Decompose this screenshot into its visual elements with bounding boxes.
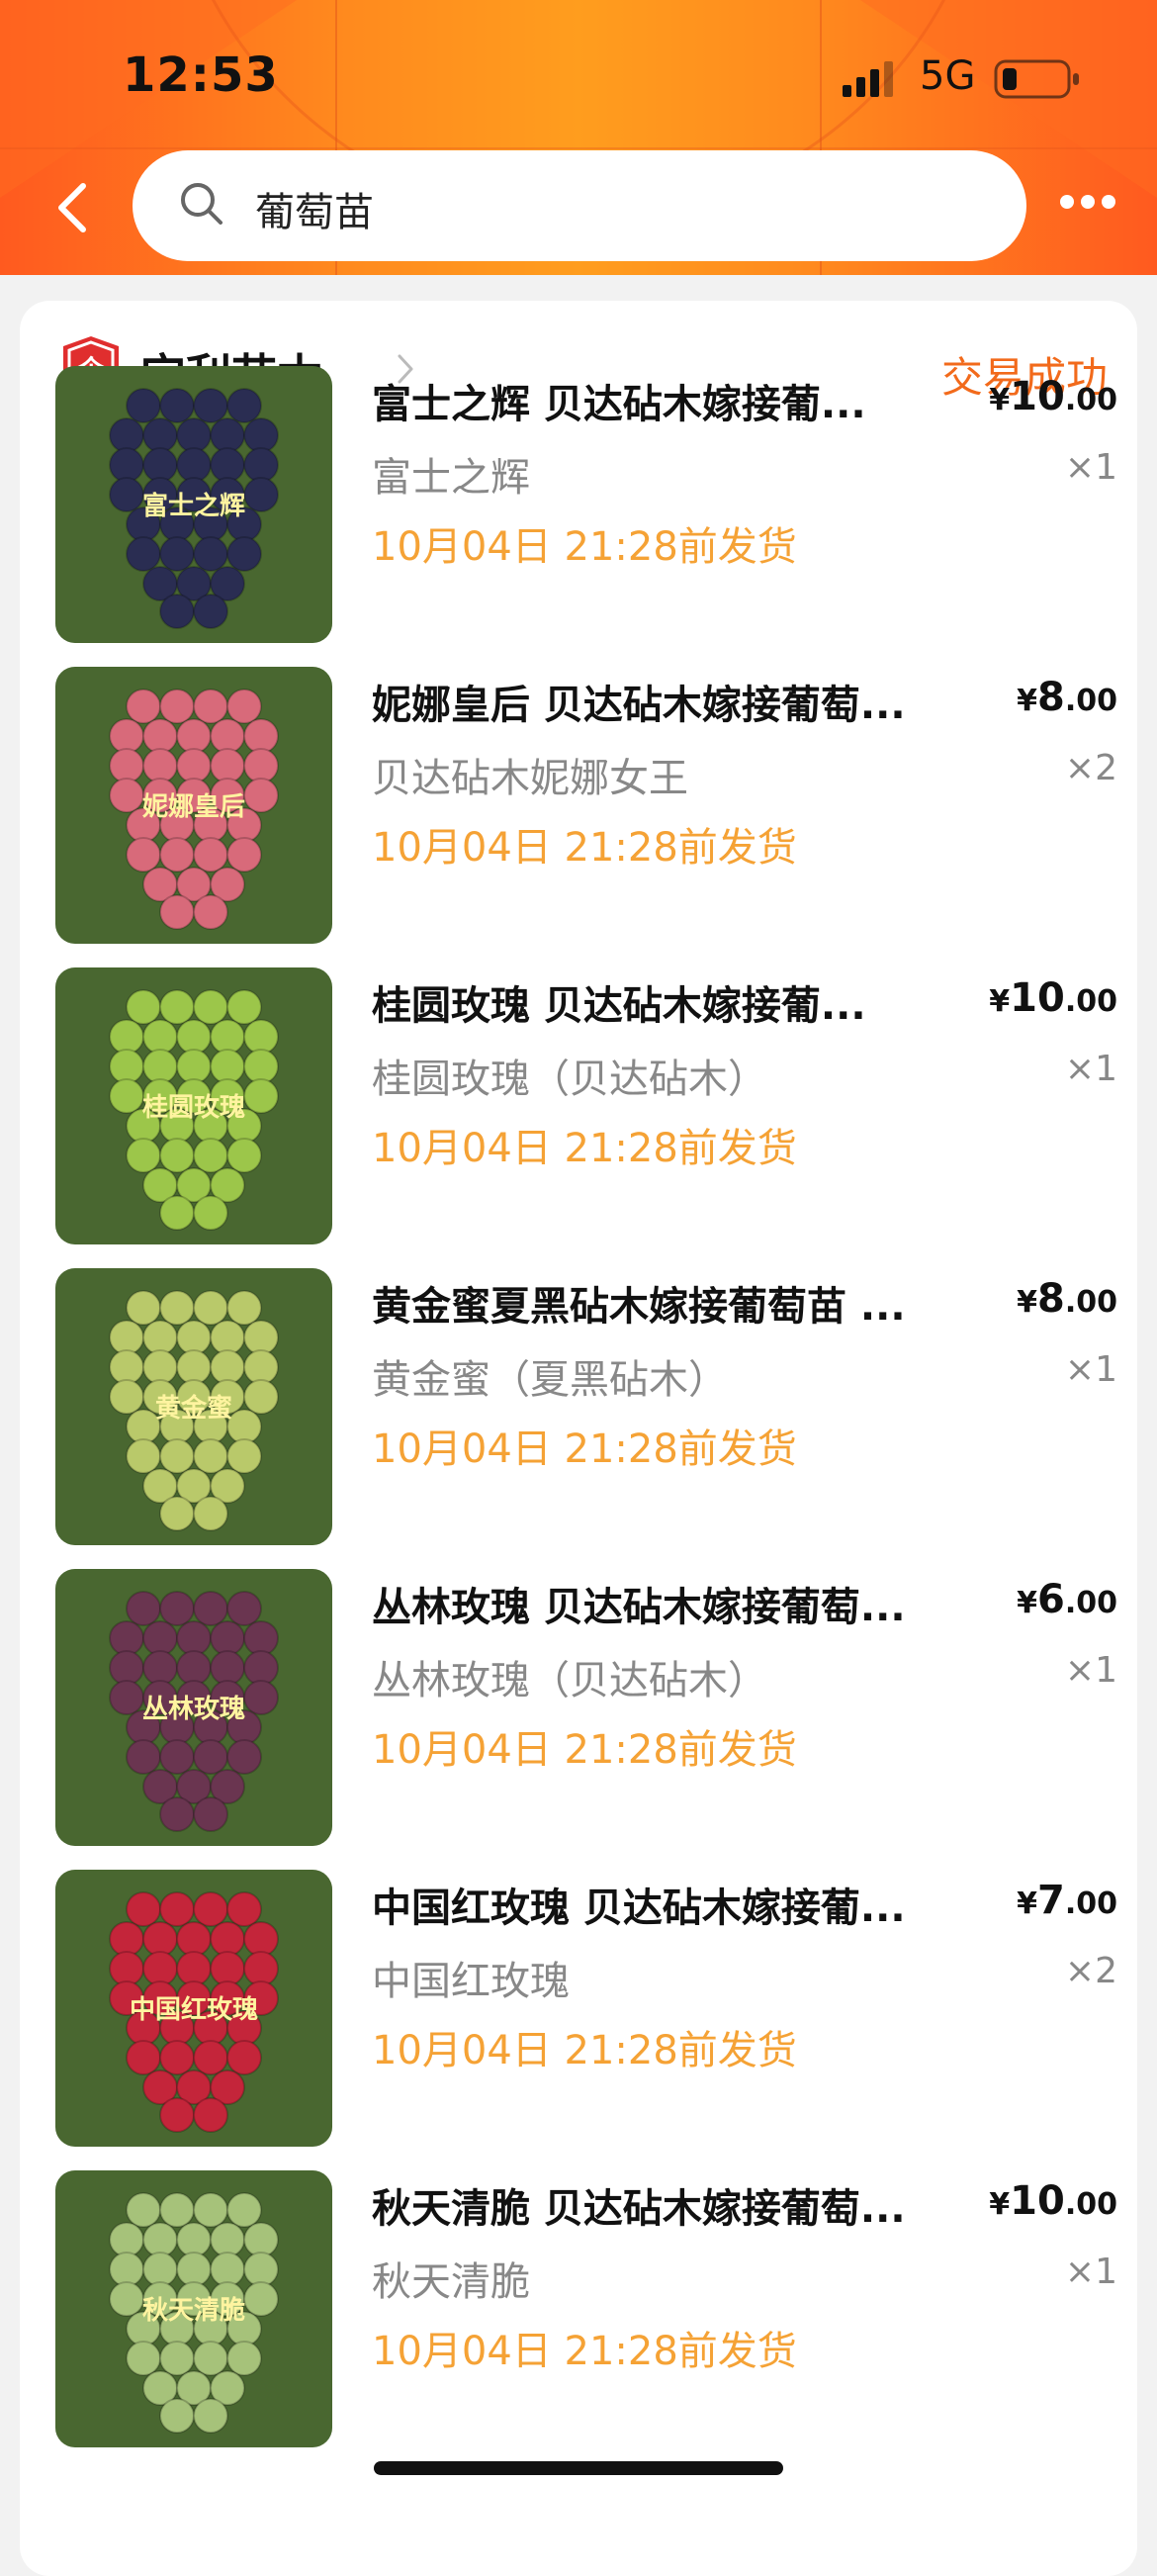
product-sku: 桂圆玫瑰（贝达砧木） (372, 1057, 767, 1102)
price-decimal: .00 (1064, 684, 1117, 718)
price-decimal: .00 (1064, 984, 1117, 1019)
product-sku: 丛林玫瑰（贝达砧木） (372, 1658, 767, 1703)
product-thumbnail[interactable]: 妮娜皇后 (55, 667, 332, 944)
product-price: ¥6.00 (1017, 1577, 1117, 1622)
product-thumbnail[interactable]: 中国红玫瑰 (55, 1870, 332, 2147)
order-item[interactable]: 黄金蜜 黄金蜜夏黑砧木嫁接葡萄苗 ... ¥8.00 黄金蜜（夏黑砧木） ×1 … (55, 1268, 1117, 1545)
product-quantity: ×1 (1064, 1049, 1117, 1089)
order-item[interactable]: 中国红玫瑰 中国红玫瑰 贝达砧木嫁接葡... ¥7.00 中国红玫瑰 ×2 10… (55, 1870, 1117, 2147)
search-input[interactable]: 葡萄苗 (133, 150, 1026, 261)
product-quantity: ×1 (1064, 1650, 1117, 1691)
shipping-deadline: 10月04日 21:28前发货 (372, 1426, 797, 1472)
status-time: 12:53 (123, 47, 279, 103)
status-bar: 12:53 5G (0, 40, 1157, 119)
home-indicator (374, 2461, 783, 2475)
price-currency: ¥ (989, 984, 1011, 1019)
price-integer: 8 (1037, 675, 1065, 720)
product-thumbnail[interactable]: 黄金蜜 (55, 1268, 332, 1545)
product-title[interactable]: 丛林玫瑰 贝达砧木嫁接葡萄... (372, 1575, 965, 1632)
thumbnail-label: 桂圆玫瑰 (142, 1093, 245, 1123)
product-quantity: ×1 (1064, 447, 1117, 488)
product-title[interactable]: 富士之辉 贝达砧木嫁接葡... (372, 372, 965, 429)
price-currency: ¥ (1017, 1886, 1037, 1921)
price-currency: ¥ (1017, 1586, 1037, 1620)
product-price: ¥10.00 (989, 975, 1117, 1021)
product-title[interactable]: 妮娜皇后 贝达砧木嫁接葡萄... (372, 673, 965, 730)
product-price: ¥10.00 (989, 374, 1117, 419)
price-currency: ¥ (989, 2187, 1011, 2222)
product-quantity: ×1 (1064, 1349, 1117, 1390)
product-title[interactable]: 黄金蜜夏黑砧木嫁接葡萄苗 ... (372, 1274, 965, 1332)
product-sku: 黄金蜜（夏黑砧木） (372, 1357, 728, 1403)
thumbnail-label: 黄金蜜 (155, 1393, 232, 1424)
order-item[interactable]: 丛林玫瑰 丛林玫瑰 贝达砧木嫁接葡萄... ¥6.00 丛林玫瑰（贝达砧木） ×… (55, 1569, 1117, 1846)
shipping-deadline: 10月04日 21:28前发货 (372, 1727, 797, 1773)
price-decimal: .00 (1064, 383, 1117, 417)
product-sku: 贝达砧木妮娜女王 (372, 756, 688, 801)
order-item[interactable]: 妮娜皇后 妮娜皇后 贝达砧木嫁接葡萄... ¥8.00 贝达砧木妮娜女王 ×2 … (55, 667, 1117, 944)
product-thumbnail[interactable]: 桂圆玫瑰 (55, 967, 332, 1244)
thumbnail-label: 秋天清脆 (142, 2295, 245, 2326)
price-decimal: .00 (1064, 1285, 1117, 1320)
price-integer: 10 (1010, 2178, 1065, 2224)
product-price: ¥10.00 (989, 2178, 1117, 2224)
network-label: 5G (920, 53, 976, 99)
top-header: 12:53 5G 葡萄苗 (0, 0, 1157, 275)
product-thumbnail[interactable]: 富士之辉 (55, 366, 332, 643)
product-title[interactable]: 秋天清脆 贝达砧木嫁接葡萄... (372, 2176, 965, 2234)
product-quantity: ×1 (1064, 2252, 1117, 2292)
product-sku: 中国红玫瑰 (372, 1959, 570, 2004)
price-integer: 10 (1010, 975, 1065, 1021)
product-price: ¥8.00 (1017, 1276, 1117, 1322)
product-thumbnail[interactable]: 丛林玫瑰 (55, 1569, 332, 1846)
signal-icon (843, 61, 893, 97)
product-price: ¥7.00 (1017, 1878, 1117, 1923)
product-quantity: ×2 (1064, 1951, 1117, 1991)
thumbnail-label: 妮娜皇后 (142, 792, 245, 822)
product-thumbnail[interactable]: 秋天清脆 (55, 2170, 332, 2447)
price-integer: 8 (1037, 1276, 1065, 1322)
back-icon[interactable] (49, 178, 99, 237)
price-currency: ¥ (989, 383, 1011, 417)
more-icon[interactable] (1060, 194, 1123, 214)
price-integer: 10 (1010, 374, 1065, 419)
shipping-deadline: 10月04日 21:28前发货 (372, 524, 797, 570)
shipping-deadline: 10月04日 21:28前发货 (372, 2028, 797, 2073)
product-price: ¥8.00 (1017, 675, 1117, 720)
product-sku: 富士之辉 (372, 455, 530, 501)
price-integer: 7 (1037, 1878, 1065, 1923)
shipping-deadline: 10月04日 21:28前发货 (372, 825, 797, 871)
product-sku: 秋天清脆 (372, 2259, 530, 2305)
shipping-deadline: 10月04日 21:28前发货 (372, 1126, 797, 1171)
order-item[interactable]: 桂圆玫瑰 桂圆玫瑰 贝达砧木嫁接葡... ¥10.00 桂圆玫瑰（贝达砧木） ×… (55, 967, 1117, 1244)
order-item[interactable]: 富士之辉 富士之辉 贝达砧木嫁接葡... ¥10.00 富士之辉 ×1 10月0… (55, 366, 1117, 643)
thumbnail-label: 中国红玫瑰 (130, 1994, 258, 2025)
shipping-deadline: 10月04日 21:28前发货 (372, 2329, 797, 2374)
order-item[interactable]: 秋天清脆 秋天清脆 贝达砧木嫁接葡萄... ¥10.00 秋天清脆 ×1 10月… (55, 2170, 1117, 2447)
thumbnail-label: 富士之辉 (142, 491, 245, 521)
order-card: 企 宝利苗木 交易成功 富士之辉 富士之辉 贝达砧木嫁接葡... ¥10.00 … (20, 301, 1137, 2576)
thumbnail-label: 丛林玫瑰 (142, 1695, 245, 1724)
price-decimal: .00 (1064, 1586, 1117, 1620)
product-title[interactable]: 桂圆玫瑰 贝达砧木嫁接葡... (372, 973, 965, 1031)
price-decimal: .00 (1064, 2187, 1117, 2222)
search-query: 葡萄苗 (255, 190, 374, 235)
price-currency: ¥ (1017, 1285, 1037, 1320)
price-decimal: .00 (1064, 1886, 1117, 1921)
price-integer: 6 (1037, 1577, 1065, 1622)
product-title[interactable]: 中国红玫瑰 贝达砧木嫁接葡... (372, 1876, 965, 1933)
product-quantity: ×2 (1064, 748, 1117, 788)
battery-icon (994, 59, 1079, 99)
price-currency: ¥ (1017, 684, 1037, 718)
search-icon (181, 183, 222, 225)
